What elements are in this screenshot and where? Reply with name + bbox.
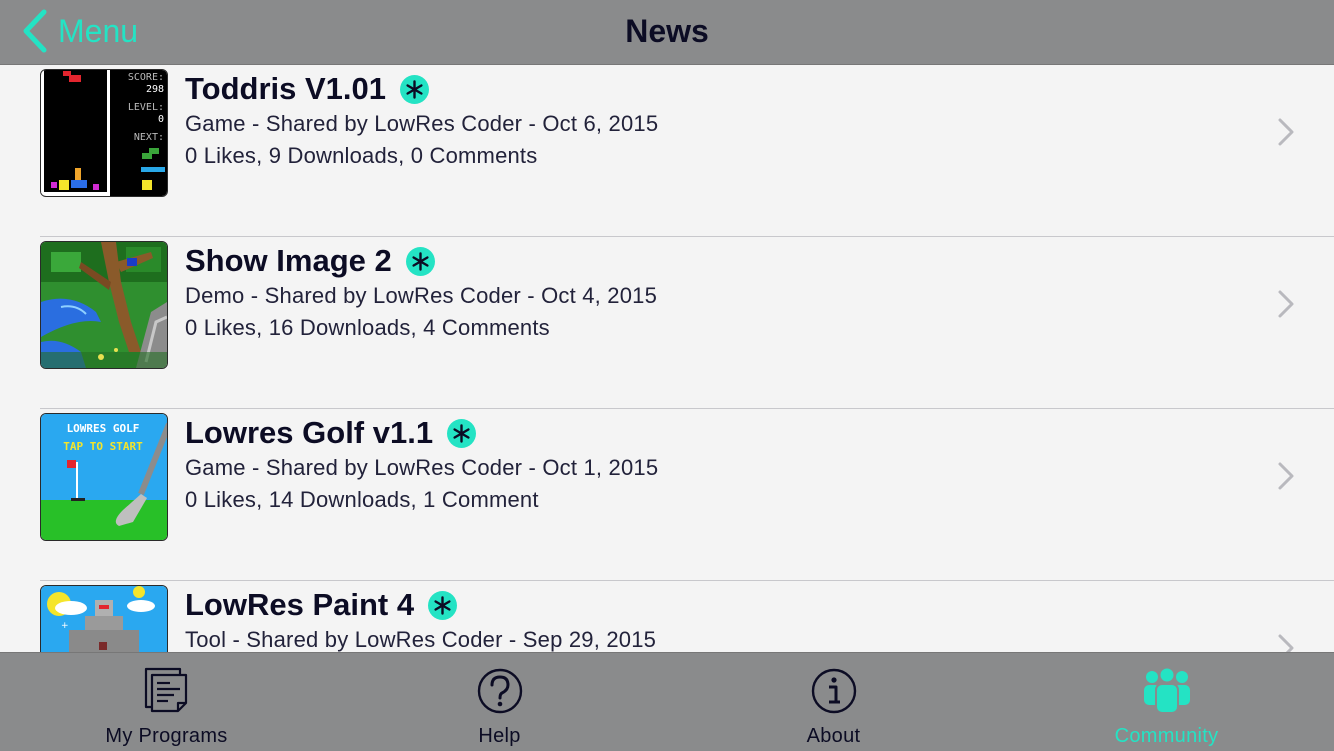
item-stats: 0 Likes, 14 Downloads, 1 Comment	[185, 487, 539, 512]
item-title-row: Toddris V1.01	[185, 69, 429, 109]
item-subtitle: Game - Shared by LowRes Coder - Oct 6, 2…	[185, 111, 659, 136]
news-list: SCORE: 298 LEVEL: 0 NEXT: Toddris V1.01	[0, 65, 1334, 652]
thumb-level-value: 0	[158, 114, 164, 125]
asterisk-icon	[434, 595, 451, 615]
navigation-bar: Menu News	[0, 0, 1334, 65]
tab-label: Help	[478, 725, 521, 747]
tab-bar: My Programs Help About Community	[0, 652, 1334, 751]
new-badge	[428, 590, 458, 620]
item-subtitle: Game - Shared by LowRes Coder - Oct 1, 2…	[185, 455, 659, 480]
list-item[interactable]: Show Image 2 Demo - Shared by LowRes Cod…	[0, 237, 1334, 409]
item-title-row: LowRes Paint 4	[185, 585, 458, 625]
document-icon	[144, 667, 187, 713]
program-thumbnail: +	[40, 585, 168, 652]
question-icon	[477, 668, 522, 714]
chevron-right-icon	[1278, 634, 1294, 652]
thumb-score-value: 298	[146, 84, 164, 95]
asterisk-icon	[453, 423, 470, 443]
program-thumbnail: LOWRES GOLF TAP TO START	[40, 413, 168, 541]
asterisk-icon	[406, 79, 423, 99]
program-thumbnail: SCORE: 298 LEVEL: 0 NEXT:	[40, 69, 168, 197]
thumb-score-label: SCORE:	[128, 72, 164, 83]
tab-label: About	[806, 725, 861, 747]
people-icon	[1143, 667, 1190, 714]
tab-help[interactable]: Help	[333, 653, 666, 751]
item-title: Toddris V1.01	[185, 71, 386, 106]
list-item[interactable]: LOWRES GOLF TAP TO START Lowres Golf v1.…	[0, 409, 1334, 581]
tab-community[interactable]: Community	[1000, 653, 1333, 751]
item-stats: 0 Likes, 16 Downloads, 4 Comments	[185, 315, 550, 340]
tab-my-programs[interactable]: My Programs	[0, 653, 333, 751]
item-title: LowRes Paint 4	[185, 587, 415, 622]
tab-about[interactable]: About	[667, 653, 1000, 751]
item-stats: 0 Likes, 9 Downloads, 0 Comments	[185, 143, 538, 168]
program-thumbnail	[40, 241, 168, 369]
svg-text:+: +	[61, 621, 69, 631]
new-badge	[447, 418, 477, 448]
thumb-golf-title: LOWRES GOLF	[67, 422, 140, 435]
chevron-right-icon	[1278, 118, 1294, 146]
thumb-next-label: NEXT:	[134, 132, 164, 143]
chevron-right-icon	[1278, 462, 1294, 490]
thumb-level-label: LEVEL:	[128, 102, 164, 113]
chevron-right-icon	[1278, 290, 1294, 318]
list-item[interactable]: SCORE: 298 LEVEL: 0 NEXT: Toddris V1.01	[0, 65, 1334, 237]
thumb-golf-subtitle: TAP TO START	[63, 440, 143, 453]
item-subtitle: Tool - Shared by LowRes Coder - Sep 29, …	[185, 627, 657, 652]
tab-label: Community	[1114, 725, 1219, 747]
page-title: News	[625, 13, 709, 49]
new-badge	[405, 246, 435, 276]
tab-label: My Programs	[105, 725, 228, 747]
new-badge	[400, 74, 429, 104]
item-title-row: Show Image 2	[185, 241, 435, 281]
item-subtitle: Demo - Shared by LowRes Coder - Oct 4, 2…	[185, 283, 658, 308]
item-title-row: Lowres Golf v1.1	[185, 413, 477, 453]
item-title: Show Image 2	[185, 243, 392, 278]
list-item[interactable]: + LowRes Paint 4 Tool - Shared by LowRes…	[0, 581, 1334, 652]
asterisk-icon	[412, 251, 429, 271]
item-title: Lowres Golf v1.1	[185, 415, 434, 450]
info-icon	[811, 668, 856, 714]
